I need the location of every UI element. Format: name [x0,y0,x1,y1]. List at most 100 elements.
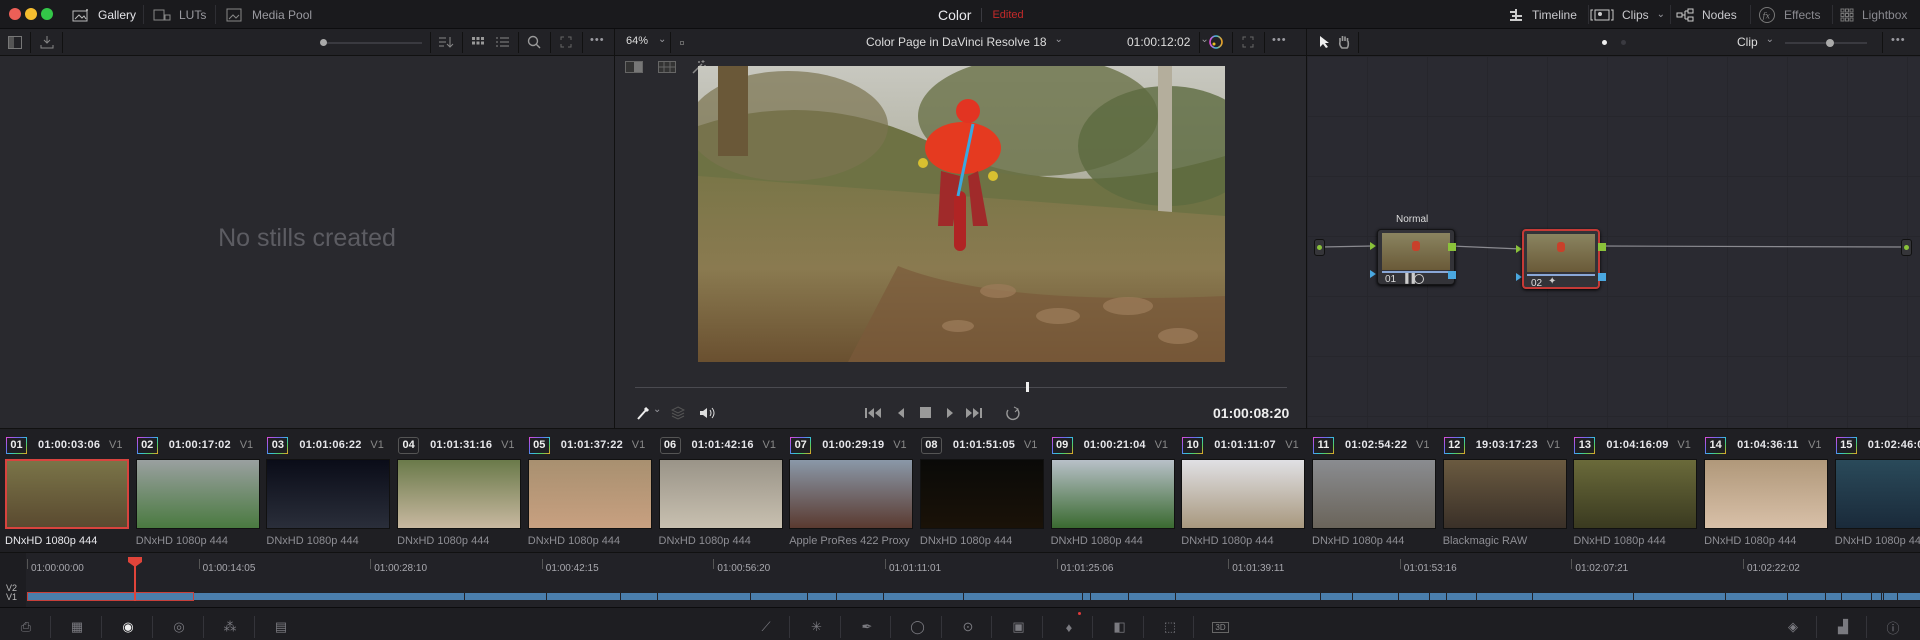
color-match-icon[interactable]: ▦ [66,618,88,636]
clip-thumbnail[interactable] [789,459,914,529]
timeline-clip-segment[interactable] [1826,593,1841,600]
loop-icon[interactable] [1005,405,1021,421]
clip-thumbnail[interactable] [135,459,260,529]
timeline-clip-segment[interactable] [1091,593,1128,600]
timeline-clip-segment[interactable] [1634,593,1725,600]
timeline-clip-segment[interactable] [1430,593,1446,600]
clip-thumbnail[interactable] [397,459,522,529]
timeline-clip-segment[interactable] [837,593,883,600]
timeline-clip-segment[interactable] [1321,593,1352,600]
sidebar-toggle-icon[interactable] [8,36,22,49]
clip-thumbnail[interactable] [5,459,129,529]
scrubber-playhead[interactable] [1026,382,1030,392]
clip-thumbnail[interactable] [1312,459,1436,529]
timeline-clip-segment[interactable] [1898,593,1920,600]
clip-thumbnail[interactable] [1834,459,1920,529]
corrector-node-02[interactable]: 02 ✦ [1522,229,1600,289]
playhead-marker-icon[interactable] [128,557,142,567]
window-close-button[interactable] [9,8,21,20]
timeline-clip-segment[interactable] [1129,593,1175,600]
import-still-icon[interactable] [40,35,54,49]
camera-raw-icon[interactable]: ⎙ [15,618,37,636]
clip-thumbnail[interactable] [919,459,1044,529]
key-icon[interactable]: ◧ [1109,618,1131,636]
list-view-icon[interactable] [496,36,509,48]
clip-thumbnail[interactable] [1573,459,1698,529]
pointer-tool-icon[interactable] [1319,35,1331,49]
timeline-clip-segment[interactable] [1447,593,1476,600]
clip-item[interactable]: 05 01:01:37:22 V1 DNxHD 1080p 444 [523,429,653,553]
split-screen-icon[interactable] [625,61,643,73]
timeline-clip-segment[interactable] [1884,593,1897,600]
timeline-clip-segment[interactable] [621,593,657,600]
tracker-icon[interactable]: ⊙ [957,618,979,636]
timeline-clip-segment[interactable] [808,593,836,600]
audio-volume-icon[interactable] [699,406,715,420]
output-node[interactable] [1901,239,1912,256]
timeline-clip-segment[interactable] [465,593,546,600]
chevron-down-icon[interactable]: ⌄ [653,405,661,415]
color-warper-icon[interactable]: ✳ [806,618,828,636]
key-output-pin[interactable] [1598,273,1606,281]
clip-item[interactable]: 06 01:01:42:16 V1 DNxHD 1080p 444 [654,429,784,553]
grid-view-icon[interactable] [472,37,484,48]
window-minimize-button[interactable] [25,8,37,20]
window-maximize-button[interactable] [41,8,53,20]
clip-item[interactable]: 12 19:03:17:23 V1 Blackmagic RAW [1438,429,1568,553]
sort-icon[interactable] [438,36,454,49]
hdr-wheels-icon[interactable]: ◎ [168,618,190,636]
tab-nodes[interactable]: Nodes [1676,0,1737,29]
node-graph[interactable]: Normal 01 ▐▐ 02 ✦ [1306,56,1920,428]
timeline-clip-segment[interactable] [1353,593,1398,600]
clip-thumbnail[interactable] [1181,459,1306,529]
layers-icon[interactable] [671,406,685,420]
node-mode-dropdown[interactable]: Clip ⌄ [1737,35,1774,50]
timeline-clip-segment[interactable] [1872,593,1881,600]
scrubber-track[interactable] [635,382,1287,392]
clip-thumbnail[interactable] [658,459,783,529]
clip-item[interactable]: 14 01:04:36:11 V1 DNxHD 1080p 444 [1699,429,1829,553]
play-reverse-icon[interactable] [897,407,905,419]
timeline-clip-segment[interactable] [1788,593,1825,600]
color-picker-icon[interactable] [635,405,651,421]
timeline-clip-segment[interactable] [1726,593,1787,600]
qualifier-icon[interactable]: ✒ [856,618,878,636]
rgb-mixer-icon[interactable]: ⁂ [219,618,241,636]
clip-item[interactable]: 03 01:01:06:22 V1 DNxHD 1080p 444 [261,429,391,553]
rgb-output-pin[interactable] [1448,243,1456,251]
window-icon[interactable]: ◯ [907,618,929,636]
timeline-clip-segment[interactable] [1842,593,1871,600]
timeline-clip-segment[interactable] [964,593,1082,600]
timeline-clip-segment[interactable] [1533,593,1633,600]
go-to-end-icon[interactable] [966,407,982,419]
sizing-icon[interactable]: ⬚ [1159,618,1181,636]
source-timecode-dropdown[interactable]: 01:00:12:02 ⌄ [1127,35,1209,50]
clip-thumbnail[interactable] [266,459,391,529]
source-input[interactable] [1314,239,1325,256]
timeline-clip-segment[interactable] [751,593,807,600]
clip-item[interactable]: 01 01:00:03:06 V1 DNxHD 1080p 444 [0,429,130,553]
clip-item[interactable]: 10 01:01:11:07 V1 DNxHD 1080p 444 [1176,429,1306,553]
tab-media-pool[interactable]: Media Pool [226,0,312,29]
clip-item[interactable]: 15 01:02:46:03 V1 DNxHD 1080p 444 [1830,429,1920,553]
grid-overlay-icon[interactable] [658,61,676,73]
timeline-clip-segment[interactable] [1176,593,1320,600]
info-icon[interactable]: ⓘ [1882,618,1904,636]
clip-thumbnail[interactable] [1442,459,1567,529]
blur-icon[interactable]: ♦ [1058,618,1080,636]
tab-clips[interactable]: Clips ⌄ [1590,0,1665,29]
motion-effects-icon[interactable]: ▤ [270,618,292,636]
more-options-icon[interactable]: ••• [590,35,605,46]
more-options-icon[interactable]: ••• [1272,35,1287,46]
key-output-pin[interactable] [1448,271,1456,279]
node-zoom-slider[interactable] [1785,39,1867,47]
clip-item[interactable]: 11 01:02:54:22 V1 DNxHD 1080p 444 [1307,429,1437,553]
tab-timeline[interactable]: Timeline [1508,0,1577,29]
timeline-clip-segment[interactable] [1477,593,1532,600]
zoom-dropdown[interactable]: 64% ⌄ [626,35,666,48]
clip-item[interactable]: 02 01:00:17:02 V1 DNxHD 1080p 444 [131,429,261,553]
stop-icon[interactable] [920,407,932,419]
corrector-node-01[interactable]: 01 ▐▐ [1377,229,1455,285]
page-dot-active[interactable] [1602,40,1607,45]
thumbnail-size-slider[interactable] [320,39,422,46]
